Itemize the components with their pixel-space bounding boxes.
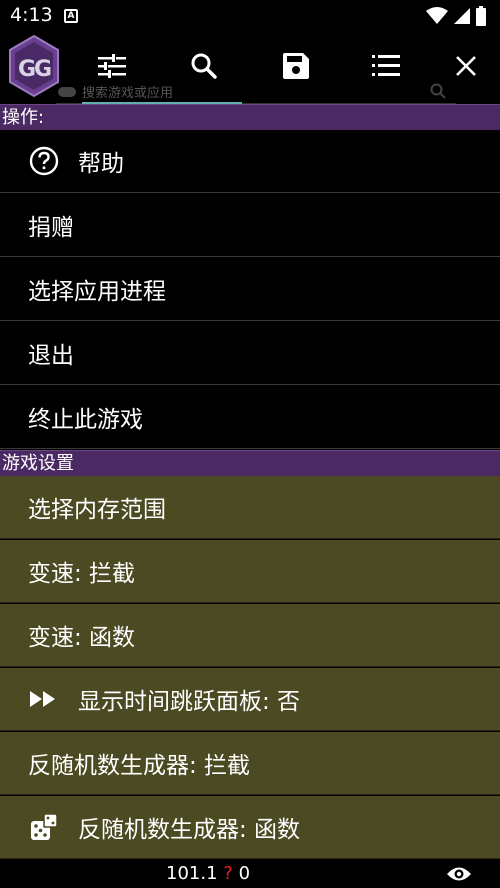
menu-item-speed-function[interactable]: 变速: 函数 bbox=[0, 604, 500, 667]
menu-item-select-process[interactable]: 选择应用进程 bbox=[0, 258, 500, 321]
menu-item-donate[interactable]: 捐赠 bbox=[0, 194, 500, 257]
search-placeholder: 搜索游戏或应用 bbox=[82, 86, 174, 101]
menu-item-help[interactable]: 帮助 bbox=[0, 130, 500, 193]
wifi-icon bbox=[426, 7, 448, 24]
dice-icon bbox=[28, 811, 60, 843]
menu-label-help: 帮助 bbox=[78, 151, 124, 177]
battery-icon bbox=[476, 6, 486, 26]
status-bar: 4:13 A bbox=[0, 0, 500, 32]
bottom-bar: 101.1 ? 0 bbox=[0, 860, 500, 888]
help-icon bbox=[28, 145, 60, 177]
menu-label-rng-function: 反随机数生成器: 函数 bbox=[78, 817, 301, 843]
sliders-icon bbox=[98, 54, 126, 78]
menu-label-speed-function: 变速: 函数 bbox=[28, 625, 136, 651]
menu-label-kill-game: 终止此游戏 bbox=[28, 407, 143, 433]
notification-a-icon: A bbox=[64, 9, 78, 23]
menu-label-rng-intercept: 反随机数生成器: 拦截 bbox=[28, 753, 251, 779]
toolbar: G G 搜索游戏或应用 bbox=[0, 32, 500, 105]
status-time: 4:13 bbox=[10, 4, 53, 26]
menu-item-speed-intercept[interactable]: 变速: 拦截 bbox=[0, 540, 500, 603]
menu-label-speed-intercept: 变速: 拦截 bbox=[28, 561, 136, 587]
stats-count: 0 bbox=[238, 863, 251, 884]
menu-item-rng-function[interactable]: 反随机数生成器: 函数 bbox=[0, 796, 500, 859]
close-icon bbox=[456, 56, 476, 76]
search-field-icon bbox=[430, 83, 446, 99]
menu-label-memory-range: 选择内存范围 bbox=[28, 497, 166, 523]
gameguardian-logo-icon[interactable]: G G bbox=[6, 34, 62, 98]
svg-text:G: G bbox=[34, 57, 52, 82]
status-right-icons bbox=[426, 6, 486, 26]
section-header-operations: 操作: bbox=[0, 104, 500, 130]
stats-value: 101.1 bbox=[166, 863, 218, 884]
menu-item-time-jump-panel[interactable]: 显示时间跳跃面板: 否 bbox=[0, 668, 500, 731]
stats-question: ? bbox=[223, 863, 233, 884]
menu-label-exit: 退出 bbox=[28, 343, 74, 369]
menu-item-memory-range[interactable]: 选择内存范围 bbox=[0, 476, 500, 539]
search-icon bbox=[191, 53, 217, 79]
section-header-game-settings: 游戏设置 bbox=[0, 450, 500, 476]
search-field[interactable]: 搜索游戏或应用 bbox=[56, 82, 456, 105]
menu-label-select-process: 选择应用进程 bbox=[28, 279, 166, 305]
menu-item-rng-intercept[interactable]: 反随机数生成器: 拦截 bbox=[0, 732, 500, 795]
menu-item-exit[interactable]: 退出 bbox=[0, 322, 500, 385]
menu-item-kill-game[interactable]: 终止此游戏 bbox=[0, 386, 500, 449]
menu-label-time-jump-panel: 显示时间跳跃面板: 否 bbox=[78, 689, 301, 715]
list-icon bbox=[372, 55, 400, 76]
signal-icon bbox=[454, 8, 470, 24]
gamepad-icon bbox=[58, 87, 76, 97]
save-floppy-icon bbox=[283, 53, 309, 79]
bottom-stats: 101.1 ? 0 bbox=[166, 863, 250, 884]
eye-icon[interactable] bbox=[446, 865, 472, 883]
menu-label-donate: 捐赠 bbox=[28, 215, 74, 241]
fast-forward-icon bbox=[28, 683, 60, 715]
